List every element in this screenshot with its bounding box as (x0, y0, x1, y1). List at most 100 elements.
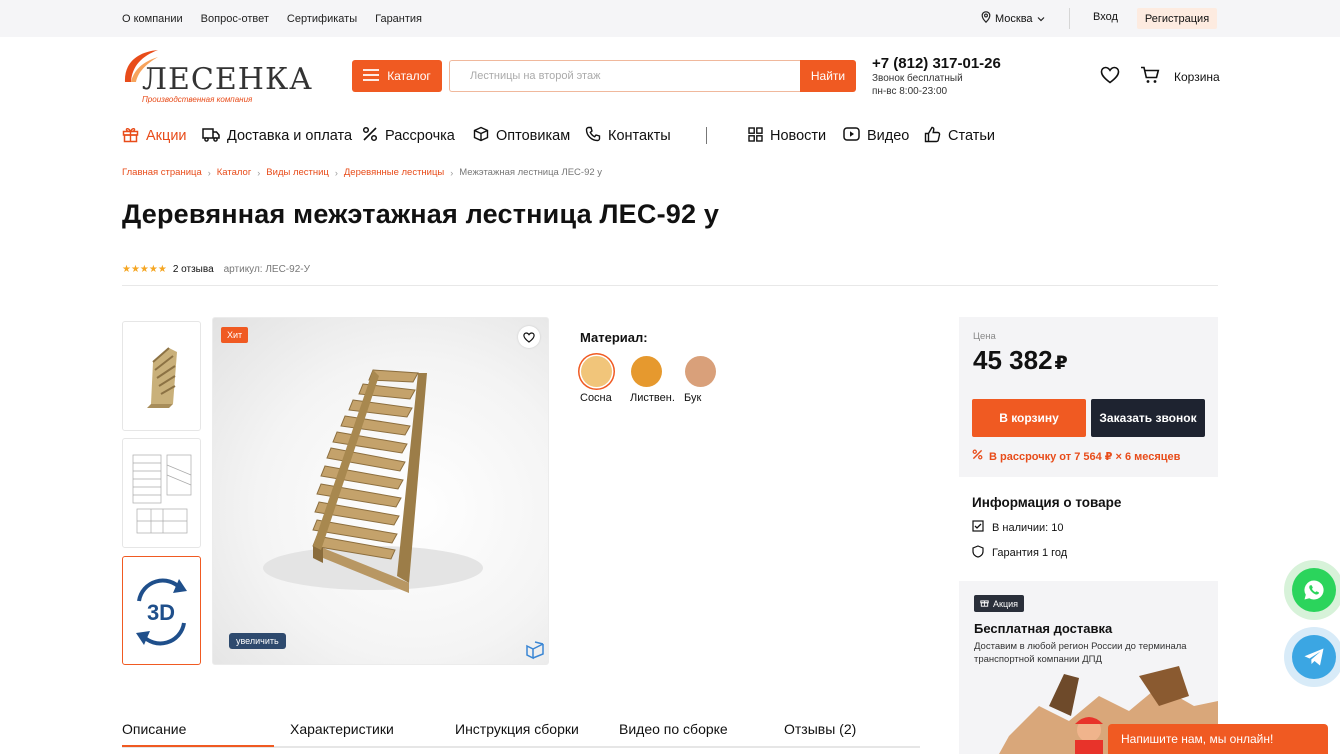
breadcrumb-item[interactable]: Каталог (217, 167, 252, 178)
nav-label: Контакты (608, 128, 671, 144)
chevron-right-icon: › (450, 167, 454, 178)
zoom-button[interactable]: увеличить (229, 633, 286, 649)
view-3d-icon[interactable] (525, 640, 545, 664)
grid-icon (748, 126, 763, 146)
nav-divider (706, 127, 707, 144)
shield-icon (972, 545, 984, 561)
nav-item-installment[interactable]: Рассрочка (362, 126, 455, 146)
nav-label: Акции (146, 128, 187, 144)
city-selector[interactable]: Москва (981, 11, 1045, 26)
breadcrumb-item[interactable]: Виды лестниц (266, 167, 329, 178)
search-input[interactable]: Лестницы на второй этаж (449, 60, 801, 92)
material-name: Листвен. (630, 392, 675, 404)
logo-subtitle: Производственная компания (142, 95, 253, 104)
location-pin-icon (981, 11, 991, 26)
stock-text: В наличии: 10 (992, 521, 1064, 534)
cart-link[interactable]: Корзина (1140, 66, 1220, 87)
nav-item-articles[interactable]: Статьи (924, 126, 995, 147)
top-link-faq[interactable]: Вопрос-ответ (201, 13, 269, 25)
breadcrumb-item[interactable]: Главная страница (122, 167, 202, 178)
gallery-thumb[interactable] (122, 438, 201, 548)
whatsapp-icon (1292, 568, 1336, 612)
rotate-3d-icon: 3D (136, 578, 187, 646)
chevron-right-icon: › (334, 167, 338, 178)
percent-icon (972, 449, 983, 463)
product-sku: артикул: ЛЕС-92-У (223, 264, 310, 275)
gallery-thumb[interactable] (122, 321, 201, 431)
tab-assembly-instructions[interactable]: Инструкция сборки (455, 721, 579, 737)
online-chat-button[interactable]: Напишите нам, мы онлайн! (1108, 724, 1328, 754)
promo-tag-label: Акция (993, 598, 1018, 609)
tab-reviews[interactable]: Отзывы (2) (784, 721, 856, 737)
product-main-image[interactable]: Хит увеличить (212, 317, 549, 665)
price-label: Цена (973, 331, 996, 342)
chevron-right-icon: › (257, 167, 261, 178)
breadcrumb-item[interactable]: Деревянные лестницы (344, 167, 444, 178)
top-link-about[interactable]: О компании (122, 13, 183, 25)
material-name: Бук (684, 392, 702, 404)
currency-symbol: ₽ (1054, 353, 1068, 374)
top-link-warranty[interactable]: Гарантия (375, 13, 422, 25)
catalog-label: Каталог (387, 69, 431, 83)
nav-label: Видео (867, 128, 910, 144)
stock-status: В наличии: 10 (972, 520, 1121, 535)
nav-label: Рассрочка (385, 128, 455, 144)
nav-label: Новости (770, 128, 827, 144)
material-swatch-pine[interactable] (581, 356, 612, 387)
whatsapp-button[interactable] (1284, 560, 1340, 620)
nav-label: Доставка и оплата (227, 128, 353, 144)
phone-number[interactable]: +7 (812) 317-01-26 (872, 55, 1001, 72)
heart-icon[interactable] (1100, 66, 1120, 87)
material-name: Сосна (580, 392, 612, 404)
nav-item-promotions[interactable]: Акции (122, 126, 187, 147)
warranty-text: Гарантия 1 год (992, 547, 1068, 559)
nav-item-news[interactable]: Новости (748, 126, 827, 146)
site-logo[interactable]: ЛЕСЕНКА Производственная компания (122, 46, 312, 106)
telegram-button[interactable] (1284, 627, 1340, 687)
rating-row: ★★★★★ 2 отзыва артикул: ЛЕС-92-У (122, 264, 310, 275)
material-selector: Материал: Сосна Листвен. Бук (580, 330, 716, 404)
working-hours: пн-вс 8:00-23:00 (872, 86, 948, 97)
nav-item-video[interactable]: Видео (843, 127, 909, 145)
percent-icon (362, 126, 378, 146)
request-call-button[interactable]: Заказать звонок (1091, 399, 1205, 437)
material-swatch-beech[interactable] (685, 356, 716, 387)
material-swatch-larch[interactable] (631, 356, 662, 387)
login-link[interactable]: Вход (1093, 11, 1118, 23)
info-heading: Информация о товаре (972, 495, 1122, 510)
thumbs-up-icon (924, 126, 941, 147)
top-link-certificates[interactable]: Сертификаты (287, 13, 357, 25)
nav-item-contacts[interactable]: Контакты (585, 126, 671, 146)
phone-block: +7 (812) 317-01-26 Звонок бесплатный пн-… (872, 55, 1001, 98)
box-icon (473, 126, 489, 146)
nav-item-wholesale[interactable]: Оптовикам (473, 126, 570, 146)
truck-icon (202, 127, 220, 146)
catalog-button[interactable]: Каталог (352, 60, 442, 92)
price-box: Цена 45 382 ₽ В корзину Заказать звонок В… (959, 317, 1218, 477)
nav-item-delivery[interactable]: Доставка и оплата (202, 127, 352, 146)
cart-label: Корзина (1174, 69, 1220, 84)
gallery-thumb-3d[interactable]: 3D (122, 556, 201, 665)
tab-specifications[interactable]: Характеристики (290, 721, 394, 737)
drawing-thumbnail-image (132, 454, 192, 534)
nav-label: Статьи (948, 128, 995, 144)
search-button[interactable]: Найти (800, 60, 856, 92)
add-to-cart-button[interactable]: В корзину (972, 399, 1086, 437)
installment-link[interactable]: В рассрочку от 7 564 ₽ × 6 месяцев (972, 449, 1180, 463)
divider (1069, 8, 1070, 29)
top-bar: О компании Вопрос-ответ Сертификаты Гара… (0, 0, 1340, 37)
reviews-link[interactable]: 2 отзыва (173, 264, 214, 275)
material-label: Материал: (580, 330, 648, 345)
breadcrumb-current: Межэтажная лестница ЛЕС-92 у (459, 167, 603, 178)
price-value: 45 382 ₽ (973, 345, 1068, 376)
tab-description[interactable]: Описание (122, 721, 276, 747)
heart-icon (523, 331, 535, 343)
tab-assembly-video[interactable]: Видео по сборке (619, 721, 728, 737)
warranty-status: Гарантия 1 год (972, 545, 1121, 561)
register-button[interactable]: Регистрация (1137, 8, 1217, 29)
add-to-favorites-button[interactable] (518, 326, 540, 348)
menu-icon (363, 68, 380, 84)
phone-note: Звонок бесплатный (872, 73, 963, 84)
thumb-3d-label: 3D (147, 600, 175, 625)
city-name: Москва (995, 12, 1033, 25)
